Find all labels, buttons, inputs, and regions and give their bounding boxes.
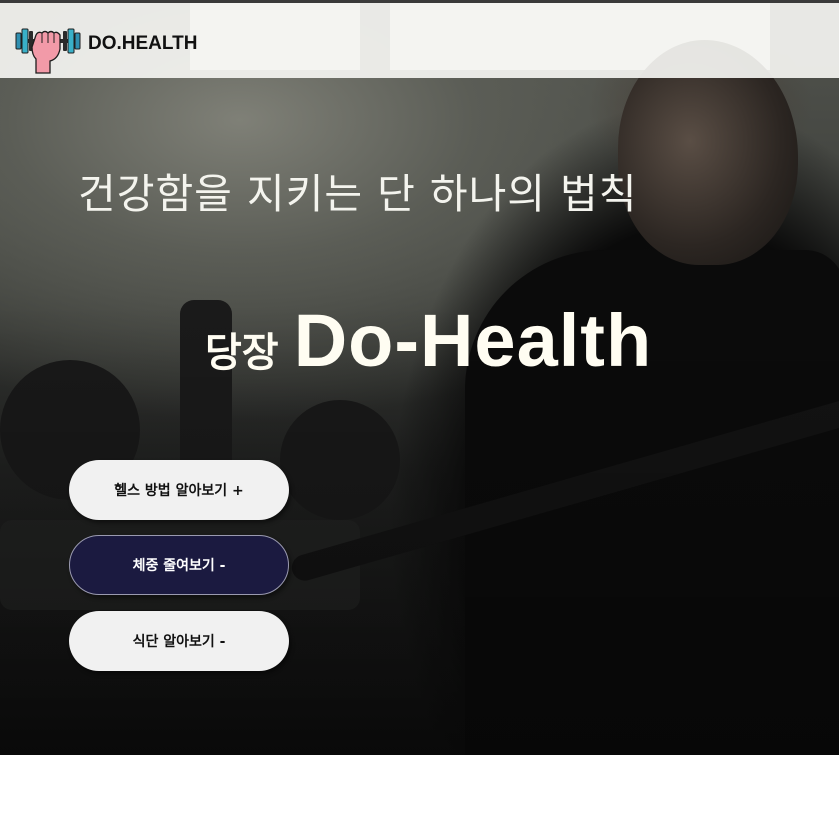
learn-workout-button[interactable]: 헬스 방법 알아보기 +	[69, 460, 289, 520]
hero-brand-line: 당장 Do-Health	[205, 298, 652, 383]
learn-diet-button[interactable]: 식단 알아보기 -	[69, 611, 289, 671]
top-navbar: DO.HEALTH	[0, 0, 839, 78]
brand-name: Do-Health	[293, 299, 653, 382]
lose-weight-button[interactable]: 체중 줄여보기 -	[69, 535, 289, 595]
logo-link[interactable]: DO.HEALTH	[14, 25, 197, 77]
logo-text: DO.HEALTH	[88, 33, 198, 54]
hero-headline: 건강함을 지키는 단 하나의 법칙	[78, 170, 638, 218]
brand-prefix: 당장	[205, 330, 279, 376]
dumbbell-fist-icon	[15, 28, 81, 74]
